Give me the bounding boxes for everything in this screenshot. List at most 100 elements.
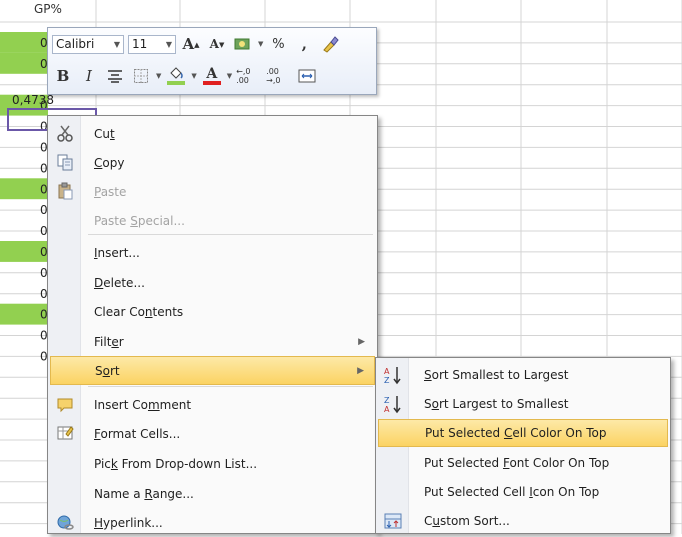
menu-item-label: Sort xyxy=(95,364,120,378)
sort-submenu-item-put-selected-font-color-on-top[interactable]: Put Selected Font Color On Top xyxy=(378,449,668,477)
hyperlink-icon xyxy=(56,513,74,531)
mini-toolbar: Calibri ▼ 11 ▼ A ▲ A ▼ ▼ % , B I ▼ ▼ A ▼… xyxy=(47,27,377,95)
svg-text:A: A xyxy=(384,367,390,376)
context-menu-item-pick-from-drop-down-list[interactable]: Pick From Drop-down List... xyxy=(50,449,375,478)
submenu-arrow-icon: ▶ xyxy=(357,365,364,376)
svg-text:Z: Z xyxy=(384,376,390,385)
label-part: Clear Co xyxy=(94,304,145,319)
label-part: Cu xyxy=(94,126,110,141)
comment-icon xyxy=(56,395,74,413)
label-part: Name a xyxy=(94,486,145,501)
merge-cells-icon xyxy=(298,69,316,83)
comma-style-button[interactable]: , xyxy=(293,34,315,54)
label-part: ort Smallest to Largest xyxy=(431,368,569,382)
sort-submenu-item-put-selected-cell-color-on-top[interactable]: Put Selected Cell Color On Top xyxy=(378,419,668,447)
menu-item-label: Custom Sort... xyxy=(424,514,510,528)
chevron-down-icon[interactable]: ▼ xyxy=(156,72,161,80)
label-part: t xyxy=(109,126,115,141)
sort-submenu-item-sort-largest-to-smallest[interactable]: Z A Sort Largest to Smallest xyxy=(378,390,668,418)
label-part: k xyxy=(110,456,118,471)
decrease-decimal-button[interactable]: .00 →,0 xyxy=(266,66,292,86)
chevron-down-icon[interactable]: ▼ xyxy=(191,72,196,80)
cell-value: 0,4738 xyxy=(12,93,54,107)
menu-item-label: Format Cells... xyxy=(94,427,180,441)
label-part: D xyxy=(94,275,104,290)
center-align-button[interactable] xyxy=(104,66,126,86)
currency-icon xyxy=(234,38,250,50)
label-part: ormat Cells... xyxy=(100,426,181,441)
svg-text:Z: Z xyxy=(384,396,390,405)
menu-item-label: Cut xyxy=(94,127,115,141)
paint-bucket-icon xyxy=(170,67,184,79)
context-menu-item-paste[interactable]: Paste xyxy=(50,177,375,206)
fill-color-button[interactable] xyxy=(165,66,187,86)
menu-item-label: Insert... xyxy=(94,246,140,260)
format-painter-button[interactable] xyxy=(319,34,341,54)
menu-item-label: Pick From Drop-down List... xyxy=(94,457,257,471)
context-menu-item-hyperlink[interactable]: Hyperlink... xyxy=(50,508,375,537)
borders-button[interactable] xyxy=(130,66,152,86)
menu-item-label: Paste xyxy=(94,185,126,199)
label-part: opy xyxy=(102,155,125,170)
shrink-font-button[interactable]: A ▼ xyxy=(206,34,228,54)
label-part: rt xyxy=(109,363,120,378)
bold-button[interactable]: B xyxy=(52,66,74,86)
label-part: ange... xyxy=(152,486,194,501)
grow-font-button[interactable]: A ▲ xyxy=(180,34,202,54)
menu-divider xyxy=(88,234,373,235)
sort-submenu-item-sort-smallest-to-largest[interactable]: A Z Sort Smallest to Largest xyxy=(378,361,668,389)
sort-za-icon: ZA xyxy=(383,394,403,414)
menu-item-label: Filter xyxy=(94,335,124,349)
increase-decimal-button[interactable]: ←,0 .00 xyxy=(236,66,262,86)
context-menu-item-cut[interactable]: Cut xyxy=(50,119,375,148)
context-menu-item-name-a-range[interactable]: Name a Range... xyxy=(50,479,375,508)
font-name-value: Calibri xyxy=(56,37,95,51)
chevron-down-icon: ▼ xyxy=(165,39,172,49)
context-menu-item-insert[interactable]: Insert... xyxy=(50,238,375,267)
bold-icon: B xyxy=(56,67,70,85)
context-menu-item-sort[interactable]: Sort ▶ xyxy=(50,356,375,385)
label-part: S xyxy=(95,363,103,378)
menu-item-label: Paste Special... xyxy=(94,214,185,228)
borders-icon xyxy=(134,69,148,83)
sort-az-icon: AZ xyxy=(383,365,403,385)
label-part: P xyxy=(94,184,101,199)
context-menu-item-delete[interactable]: Delete... xyxy=(50,268,375,297)
context-menu-item-paste-special[interactable]: Paste Special... xyxy=(50,206,375,235)
context-menu-item-copy[interactable]: Copy xyxy=(50,148,375,177)
italic-icon: I xyxy=(86,67,92,85)
chevron-down-icon[interactable]: ▼ xyxy=(258,40,263,48)
font-color-button[interactable]: A xyxy=(201,66,223,86)
label-part: Insert Co xyxy=(94,397,148,412)
sort-submenu-item-put-selected-cell-icon-on-top[interactable]: Put Selected Cell Icon On Top xyxy=(378,478,668,506)
label-part: elete... xyxy=(103,275,145,290)
scissors-icon xyxy=(56,124,74,142)
label-part: S xyxy=(424,368,432,382)
font-size-combo[interactable]: 11 ▼ xyxy=(128,34,176,54)
merge-center-button[interactable] xyxy=(296,66,318,86)
context-menu-item-clear-contents[interactable]: Clear Contents xyxy=(50,297,375,326)
context-menu-item-filter[interactable]: Filter ▶ xyxy=(50,327,375,356)
context-menu-item-insert-comment[interactable]: Insert Comment xyxy=(50,390,375,419)
label-part: nsert... xyxy=(97,245,140,260)
menu-item-label: Sort Smallest to Largest xyxy=(424,368,568,382)
font-name-combo[interactable]: Calibri ▼ xyxy=(52,34,124,54)
font-size-value: 11 xyxy=(132,37,148,51)
context-menu-item-format-cells[interactable]: Format Cells... xyxy=(50,419,375,448)
menu-item-label: Put Selected Font Color On Top xyxy=(424,456,609,470)
menu-item-label: Insert Comment xyxy=(94,398,191,412)
label-part: ont Color On Top xyxy=(509,456,610,470)
label-part: e xyxy=(111,334,119,349)
italic-button[interactable]: I xyxy=(78,66,100,86)
svg-text:A: A xyxy=(384,405,390,414)
label-part: ment xyxy=(159,397,192,412)
chevron-down-icon[interactable]: ▼ xyxy=(227,72,232,80)
menu-divider xyxy=(88,386,373,387)
menu-item-label: Sort Largest to Smallest xyxy=(424,397,568,411)
percent-style-button[interactable]: % xyxy=(267,34,289,54)
sort-submenu-item-custom-sort[interactable]: Custom Sort... xyxy=(378,507,668,535)
grow-font-icon: A xyxy=(182,35,195,53)
label-part: yperlink... xyxy=(103,515,163,530)
label-part: tents xyxy=(152,304,184,319)
currency-format-button[interactable] xyxy=(232,34,254,54)
